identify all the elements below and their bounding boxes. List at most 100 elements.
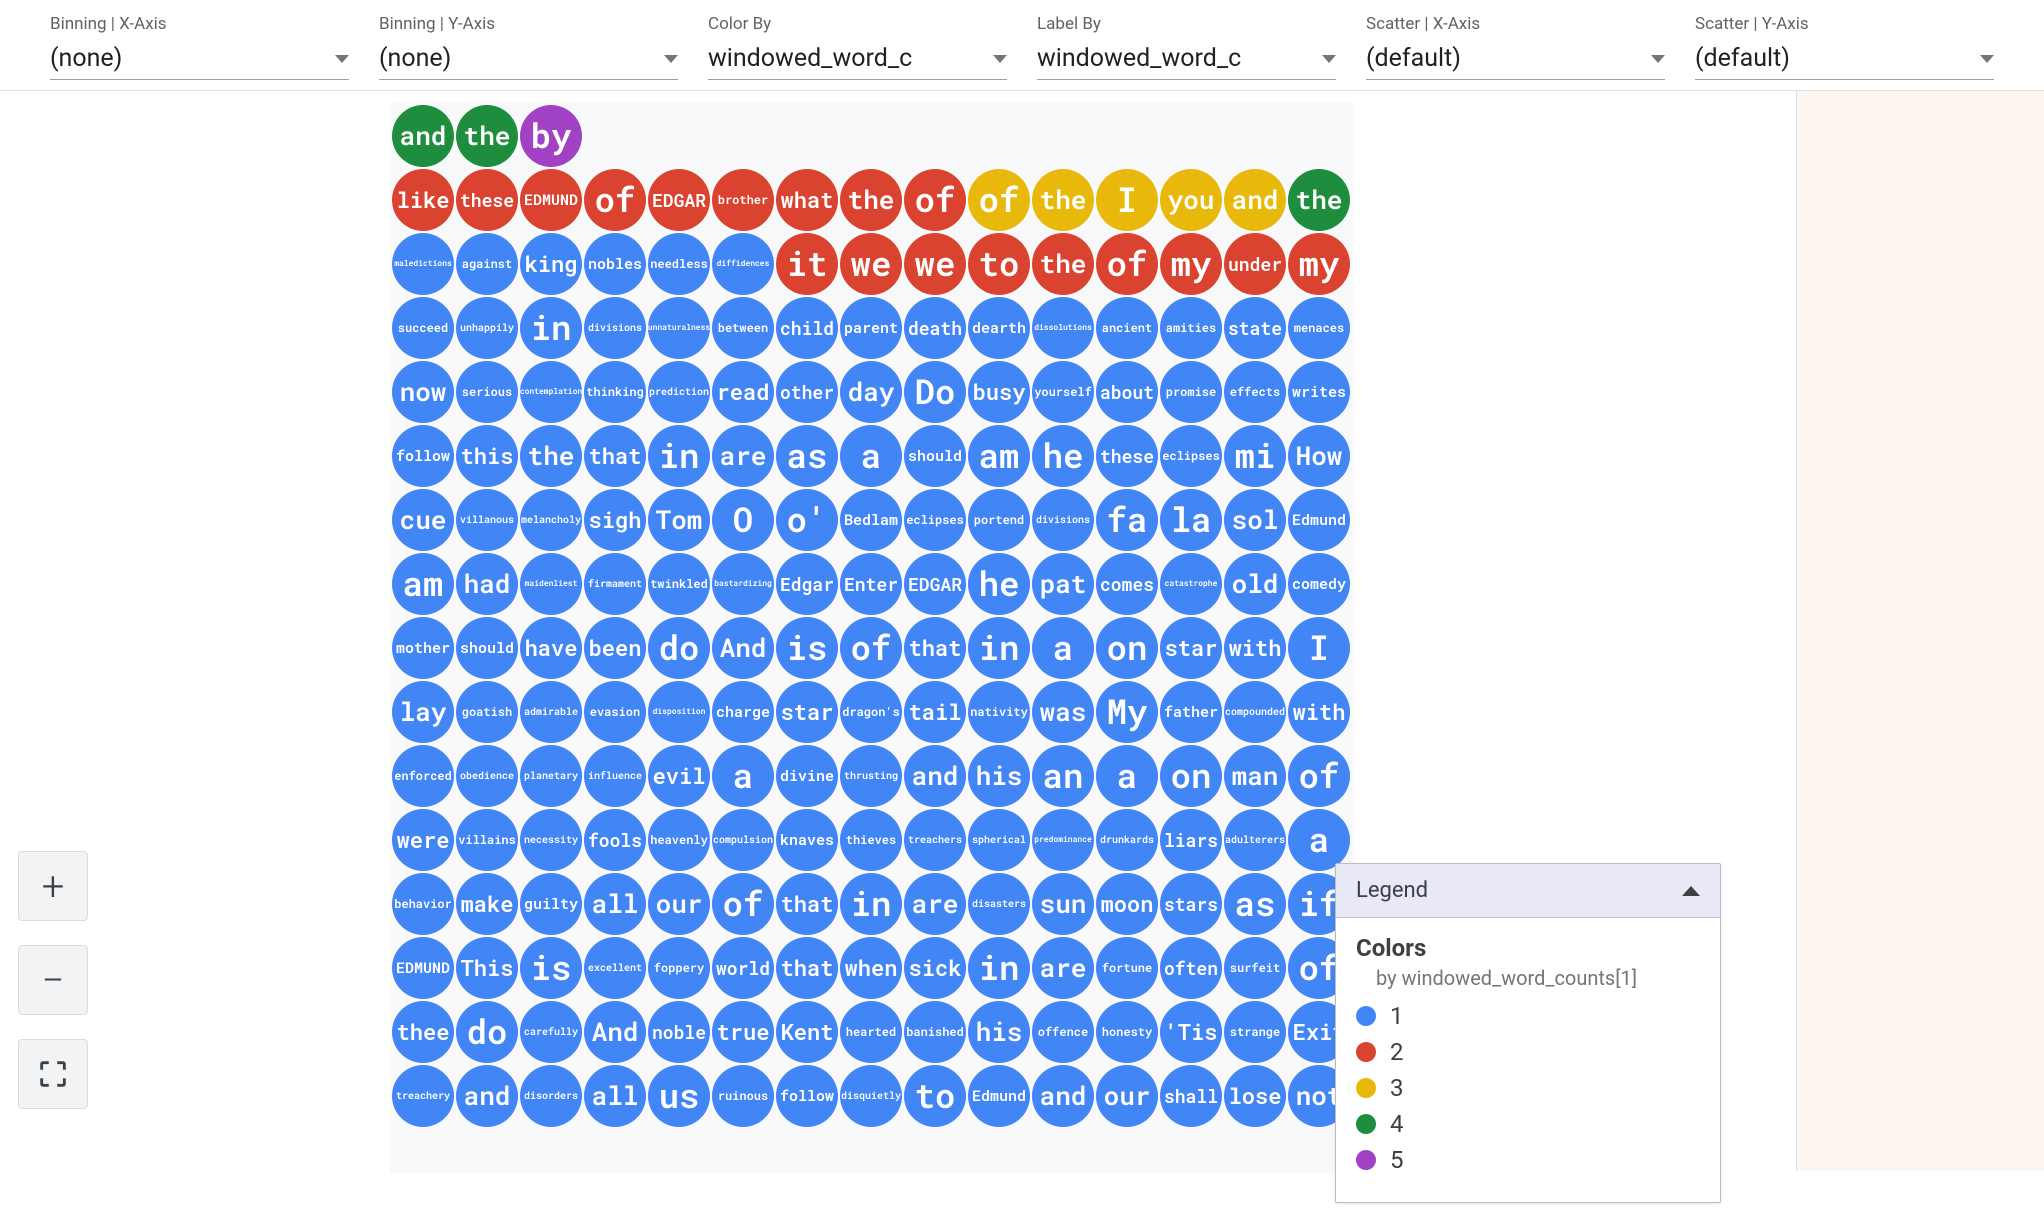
data-point[interactable]: these (456, 169, 518, 231)
data-point[interactable]: evil (648, 745, 710, 807)
data-point[interactable]: the (456, 105, 518, 167)
data-point[interactable]: ancient (1096, 297, 1158, 359)
data-point[interactable]: with (1224, 617, 1286, 679)
data-point[interactable]: sick (904, 937, 966, 999)
data-point[interactable]: spherical (968, 809, 1030, 871)
control-select[interactable]: (default) (1695, 40, 1994, 80)
data-point[interactable]: effects (1224, 361, 1286, 423)
data-point[interactable]: my (1288, 233, 1350, 295)
data-point[interactable]: am (968, 425, 1030, 487)
data-point[interactable]: as (776, 425, 838, 487)
data-point[interactable]: planetary (520, 745, 582, 807)
data-point[interactable]: mi (1224, 425, 1286, 487)
data-point[interactable]: he (1032, 425, 1094, 487)
data-point[interactable]: knaves (776, 809, 838, 871)
data-point[interactable]: drunkards (1096, 809, 1158, 871)
data-point[interactable]: ruinous (712, 1065, 774, 1127)
data-point[interactable]: 'Tis (1160, 1001, 1222, 1063)
data-point[interactable]: And (584, 1001, 646, 1063)
data-point[interactable]: man (1224, 745, 1286, 807)
data-point[interactable]: brother (712, 169, 774, 231)
data-point[interactable]: day (840, 361, 902, 423)
data-point[interactable]: do (648, 617, 710, 679)
data-point[interactable]: was (1032, 681, 1094, 743)
data-point[interactable]: on (1160, 745, 1222, 807)
data-point[interactable]: of (1096, 233, 1158, 295)
data-point[interactable]: you (1160, 169, 1222, 231)
data-point[interactable]: serious (456, 361, 518, 423)
data-point[interactable]: admirable (520, 681, 582, 743)
data-point[interactable]: state (1224, 297, 1286, 359)
data-point[interactable]: comes (1096, 553, 1158, 615)
data-point[interactable]: disquietly (840, 1065, 902, 1127)
data-point[interactable]: eclipses (1160, 425, 1222, 487)
data-point[interactable]: amities (1160, 297, 1222, 359)
data-point[interactable]: our (648, 873, 710, 935)
data-point[interactable]: carefully (520, 1001, 582, 1063)
data-point[interactable]: foppery (648, 937, 710, 999)
data-point[interactable]: pat (1032, 553, 1094, 615)
data-point[interactable]: This (456, 937, 518, 999)
data-point[interactable]: of (584, 169, 646, 231)
data-point[interactable]: thieves (840, 809, 902, 871)
data-point[interactable]: when (840, 937, 902, 999)
data-point[interactable]: and (904, 745, 966, 807)
data-point[interactable]: were (392, 809, 454, 871)
data-point[interactable]: in (968, 617, 1030, 679)
data-point[interactable]: should (456, 617, 518, 679)
data-point[interactable]: maledictions (392, 233, 454, 295)
data-point[interactable]: Edmund (968, 1065, 1030, 1127)
data-point[interactable]: to (904, 1065, 966, 1127)
data-point[interactable]: his (968, 745, 1030, 807)
data-point[interactable]: strange (1224, 1001, 1286, 1063)
data-point[interactable]: it (776, 233, 838, 295)
data-point[interactable]: maidenliest (520, 553, 582, 615)
control-select[interactable]: windowed_word_c (708, 40, 1007, 80)
data-point[interactable]: now (392, 361, 454, 423)
data-point[interactable]: predominance (1032, 809, 1094, 871)
data-point[interactable]: dragon's (840, 681, 902, 743)
data-point[interactable]: a (1032, 617, 1094, 679)
data-point[interactable]: obedience (456, 745, 518, 807)
data-point[interactable]: thee (392, 1001, 454, 1063)
data-point[interactable]: liars (1160, 809, 1222, 871)
data-point[interactable]: succeed (392, 297, 454, 359)
data-point[interactable]: unnaturalness (648, 297, 710, 359)
data-point[interactable]: parent (840, 297, 902, 359)
data-point[interactable]: surfeit (1224, 937, 1286, 999)
data-point[interactable]: treachers (904, 809, 966, 871)
data-point[interactable]: of (712, 873, 774, 935)
data-point[interactable]: like (392, 169, 454, 231)
data-point[interactable]: a (1288, 809, 1350, 871)
data-point[interactable]: are (1032, 937, 1094, 999)
data-point[interactable]: he (968, 553, 1030, 615)
data-point[interactable]: prediction (648, 361, 710, 423)
data-point[interactable]: of (840, 617, 902, 679)
data-point[interactable]: firmament (584, 553, 646, 615)
data-point[interactable]: stars (1160, 873, 1222, 935)
data-point[interactable]: is (776, 617, 838, 679)
data-point[interactable]: and (1032, 1065, 1094, 1127)
data-point[interactable]: king (520, 233, 582, 295)
data-point[interactable]: child (776, 297, 838, 359)
data-point[interactable]: writes (1288, 361, 1350, 423)
data-point[interactable]: villains (456, 809, 518, 871)
data-point[interactable]: is (520, 937, 582, 999)
data-point[interactable]: la (1160, 489, 1222, 551)
zoom-in-button[interactable]: + (18, 851, 88, 921)
data-point[interactable]: in (840, 873, 902, 935)
data-point[interactable]: I (1288, 617, 1350, 679)
data-point[interactable]: Kent (776, 1001, 838, 1063)
data-point[interactable]: influence (584, 745, 646, 807)
data-point[interactable]: portend (968, 489, 1030, 551)
data-point[interactable]: EDGAR (648, 169, 710, 231)
data-point[interactable]: mother (392, 617, 454, 679)
data-point[interactable]: offence (1032, 1001, 1094, 1063)
data-point[interactable]: a (712, 745, 774, 807)
data-point[interactable]: this (456, 425, 518, 487)
data-point[interactable]: excellent (584, 937, 646, 999)
data-point[interactable]: o' (776, 489, 838, 551)
data-point[interactable]: old (1224, 553, 1286, 615)
data-point[interactable]: of (904, 169, 966, 231)
data-point[interactable]: true (712, 1001, 774, 1063)
